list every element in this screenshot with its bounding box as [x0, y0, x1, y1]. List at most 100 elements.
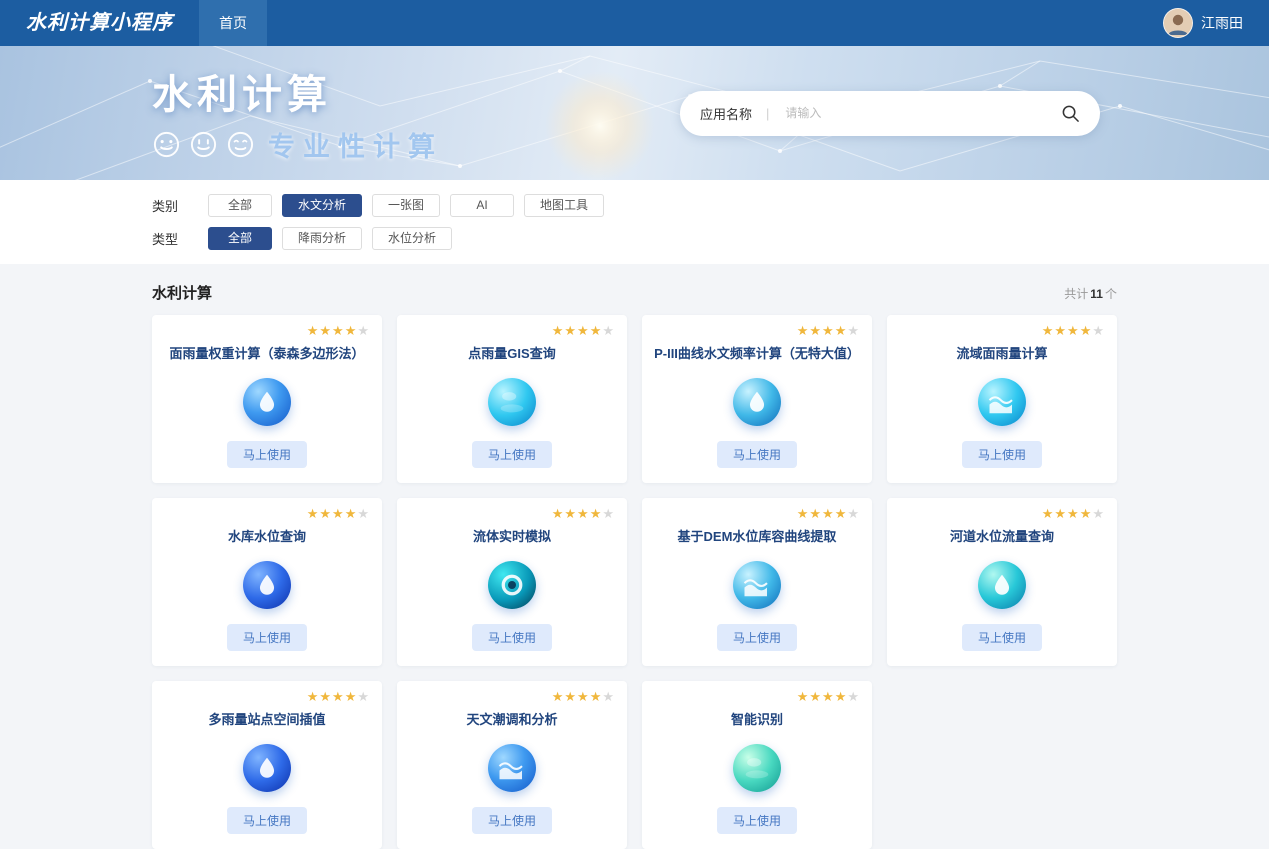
star-icon: ★ — [332, 506, 345, 521]
water-drop-icon — [243, 561, 291, 609]
search-divider: | — [766, 106, 769, 121]
app-card[interactable]: ★★★★★ 水库水位查询 马上使用 — [152, 498, 382, 666]
main-content: 水利计算 共计11个 ★★★★★ 面雨量权重计算（泰森多边形法） 马上使用 ★★… — [0, 264, 1269, 849]
filter-group-label: 类别 — [152, 196, 208, 215]
user-menu[interactable]: 江雨田 — [1163, 0, 1269, 46]
use-now-button[interactable]: 马上使用 — [227, 807, 307, 834]
app-card[interactable]: ★★★★★ 点雨量GIS查询 马上使用 — [397, 315, 627, 483]
app-card[interactable]: ★★★★★ 面雨量权重计算（泰森多边形法） 马上使用 — [152, 315, 382, 483]
water-drop-icon — [243, 744, 291, 792]
star-icon: ★ — [357, 689, 370, 704]
use-now-button[interactable]: 马上使用 — [227, 441, 307, 468]
navbar-spacer — [267, 0, 1163, 46]
rating-stars: ★★★★★ — [797, 690, 860, 703]
hero-banner: 水利计算 专业性计算 应用名称 | — [0, 46, 1269, 180]
use-now-button[interactable]: 马上使用 — [962, 441, 1042, 468]
filter-option[interactable]: 一张图 — [372, 194, 440, 217]
search-input[interactable] — [783, 105, 1051, 121]
star-icon: ★ — [822, 506, 835, 521]
app-card-title: 基于DEM水位库容曲线提取 — [678, 526, 837, 545]
star-icon: ★ — [797, 689, 810, 704]
total-prefix: 共计 — [1064, 287, 1088, 301]
rating-stars: ★★★★★ — [307, 324, 370, 337]
app-card[interactable]: ★★★★★ 智能识别 马上使用 — [642, 681, 872, 849]
star-icon: ★ — [809, 506, 822, 521]
filter-option[interactable]: 全部 — [208, 227, 272, 250]
app-card[interactable]: ★★★★★ 流体实时模拟 马上使用 — [397, 498, 627, 666]
star-icon: ★ — [822, 323, 835, 338]
filter-group-label: 类型 — [152, 229, 208, 248]
app-card[interactable]: ★★★★★ 河道水位流量查询 马上使用 — [887, 498, 1117, 666]
star-icon: ★ — [590, 323, 603, 338]
star-icon: ★ — [307, 506, 320, 521]
smiley-icon — [226, 130, 255, 159]
app-icon-wrap — [243, 728, 291, 807]
ai-sphere-icon — [733, 744, 781, 792]
use-now-button[interactable]: 马上使用 — [717, 807, 797, 834]
app-card-title: 点雨量GIS查询 — [468, 343, 555, 362]
app-card-title: 流体实时模拟 — [473, 526, 551, 545]
user-avatar-icon[interactable] — [1163, 8, 1193, 38]
nav-tab-home[interactable]: 首页 — [199, 0, 267, 46]
total-count: 共计11个 — [1064, 285, 1117, 302]
filter-option[interactable]: 降雨分析 — [282, 227, 362, 250]
section-header: 水利计算 共计11个 — [152, 282, 1117, 303]
star-icon: ★ — [835, 689, 848, 704]
use-now-button[interactable]: 马上使用 — [227, 624, 307, 651]
smiley-icons — [152, 130, 255, 159]
search-icon[interactable] — [1061, 104, 1080, 123]
app-icon-wrap — [733, 728, 781, 807]
app-card[interactable]: ★★★★★ P-III曲线水文频率计算（无特大值） 马上使用 — [642, 315, 872, 483]
app-card[interactable]: ★★★★★ 多雨量站点空间插值 马上使用 — [152, 681, 382, 849]
star-icon: ★ — [1080, 323, 1093, 338]
app-card-title: 水库水位查询 — [228, 526, 306, 545]
app-card-title: 河道水位流量查询 — [950, 526, 1054, 545]
filter-row: 类别全部水文分析一张图 AI 地图工具 — [152, 194, 1117, 217]
use-now-button[interactable]: 马上使用 — [472, 807, 552, 834]
search-bar: 应用名称 | — [680, 91, 1100, 136]
star-icon: ★ — [345, 323, 358, 338]
use-now-button[interactable]: 马上使用 — [962, 624, 1042, 651]
star-icon: ★ — [564, 323, 577, 338]
use-now-button[interactable]: 马上使用 — [717, 441, 797, 468]
app-card[interactable]: ★★★★★ 天文潮调和分析 马上使用 — [397, 681, 627, 849]
use-now-button[interactable]: 马上使用 — [472, 624, 552, 651]
rating-stars: ★★★★★ — [1042, 507, 1105, 520]
star-icon: ★ — [357, 506, 370, 521]
cards-grid: ★★★★★ 面雨量权重计算（泰森多边形法） 马上使用 ★★★★★ 点雨量GIS查… — [152, 315, 1117, 849]
star-icon: ★ — [809, 323, 822, 338]
star-icon: ★ — [1067, 506, 1080, 521]
star-icon: ★ — [835, 506, 848, 521]
fluid-ring-icon — [488, 561, 536, 609]
star-icon: ★ — [590, 689, 603, 704]
water-drop-wave-icon — [733, 378, 781, 426]
filter-section: 类别全部水文分析一张图 AI 地图工具类型全部降雨分析水位分析 — [0, 180, 1269, 264]
star-icon: ★ — [1092, 506, 1105, 521]
hero-subtitle: 专业性计算 — [268, 125, 443, 164]
app-icon-wrap — [978, 545, 1026, 624]
app-card[interactable]: ★★★★★ 流域面雨量计算 马上使用 — [887, 315, 1117, 483]
star-icon: ★ — [1067, 323, 1080, 338]
filter-option[interactable]: 全部 — [208, 194, 272, 217]
filter-option[interactable]: 地图工具 — [524, 194, 604, 217]
use-now-button[interactable]: 马上使用 — [472, 441, 552, 468]
star-icon: ★ — [1080, 506, 1093, 521]
star-icon: ★ — [809, 689, 822, 704]
app-logo[interactable]: 水利计算小程序 — [0, 0, 199, 46]
filter-option[interactable]: AI — [450, 194, 514, 217]
star-icon: ★ — [1092, 323, 1105, 338]
app-card[interactable]: ★★★★★ 基于DEM水位库容曲线提取 马上使用 — [642, 498, 872, 666]
star-icon: ★ — [552, 689, 565, 704]
user-name: 江雨田 — [1201, 13, 1243, 33]
star-icon: ★ — [345, 506, 358, 521]
filter-option[interactable]: 水文分析 — [282, 194, 362, 217]
app-card-title: 面雨量权重计算（泰森多边形法） — [169, 343, 364, 362]
rating-stars: ★★★★★ — [552, 324, 615, 337]
app-card-title: 流域面雨量计算 — [956, 343, 1047, 362]
app-icon-wrap — [733, 362, 781, 441]
wave-sphere-icon — [733, 561, 781, 609]
use-now-button[interactable]: 马上使用 — [717, 624, 797, 651]
search-category-label[interactable]: 应用名称 — [700, 104, 752, 123]
filter-option[interactable]: 水位分析 — [372, 227, 452, 250]
rating-stars: ★★★★★ — [552, 690, 615, 703]
